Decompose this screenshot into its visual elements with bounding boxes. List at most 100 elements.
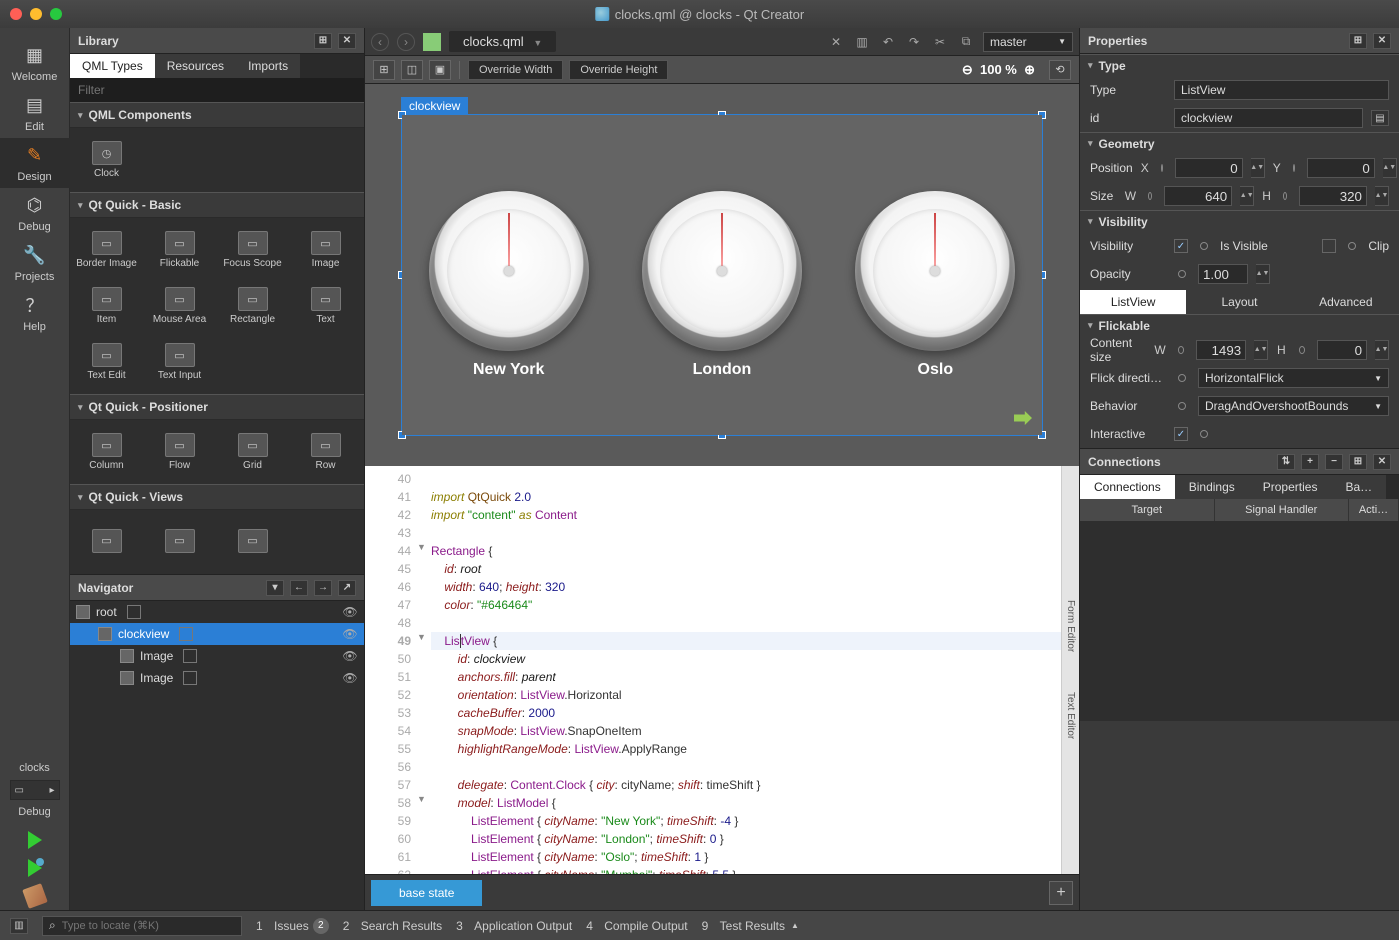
lib-item[interactable]: ▭Image	[289, 222, 362, 278]
y-input[interactable]	[1307, 158, 1375, 178]
side-tab-form[interactable]: Form Editor	[1063, 580, 1078, 672]
section-geometry[interactable]: Geometry	[1080, 132, 1399, 154]
lib-item[interactable]: ▭Rectangle	[216, 278, 289, 334]
close-window-button[interactable]	[10, 8, 22, 20]
id-extra-button[interactable]: ▤	[1371, 110, 1389, 126]
sb-tests[interactable]: 9 Test Results▲	[702, 919, 799, 933]
lib-item[interactable]: ▭Text Input	[143, 334, 216, 390]
clip-check[interactable]	[1322, 239, 1336, 253]
tool-snap[interactable]: ◫	[401, 60, 423, 80]
lib-tab-qml[interactable]: QML Types	[70, 54, 155, 78]
mode-design[interactable]: ✎Design	[0, 138, 70, 188]
lib-item[interactable]: ▭	[70, 514, 143, 570]
id-field[interactable]: clockview	[1174, 108, 1363, 128]
cw-input[interactable]	[1196, 340, 1246, 360]
locator[interactable]: ⌕	[42, 916, 242, 936]
zoom-level[interactable]: ⊖ 100 % ⊕	[954, 62, 1043, 78]
mode-edit[interactable]: ▤Edit	[0, 88, 70, 138]
nav-item[interactable]: clockview👁	[70, 623, 364, 645]
section-visibility[interactable]: Visibility	[1080, 210, 1399, 232]
nav-export-button[interactable]: ↗	[338, 580, 356, 596]
prop-tab-listview[interactable]: ListView	[1080, 290, 1186, 314]
tool-reset[interactable]: ⟲	[1049, 60, 1071, 80]
close-doc-icon[interactable]: ✕	[827, 33, 845, 51]
nav-menu-button[interactable]: ▾	[266, 580, 284, 596]
sb-compile[interactable]: 4 Compile Output	[586, 919, 687, 933]
lib-item[interactable]: ▭Border Image	[70, 222, 143, 278]
code-editor[interactable]: 4041424344454647484950515253545556575859…	[365, 466, 1079, 874]
sb-panes-button[interactable]: ▥	[10, 918, 28, 934]
canvas-area[interactable]: clockview New York London Oslo	[365, 84, 1079, 466]
section-flickable[interactable]: Flickable	[1080, 314, 1399, 336]
conn-close-button[interactable]: ✕	[1373, 454, 1391, 470]
conn-tab-connections[interactable]: Connections	[1080, 475, 1175, 499]
props-add-button[interactable]: ⊞	[1349, 33, 1367, 49]
tool-anchor[interactable]: ⊞	[373, 60, 395, 80]
add-state-button[interactable]: +	[1049, 881, 1073, 905]
lib-item[interactable]: ▭Mouse Area	[143, 278, 216, 334]
cut-icon[interactable]: ✂	[931, 33, 949, 51]
conn-tab-properties[interactable]: Properties	[1249, 475, 1332, 499]
export-toggle[interactable]	[127, 605, 141, 619]
nav-back-arrow[interactable]: ‹	[371, 33, 389, 51]
lib-section-positioner[interactable]: Qt Quick - Positioner	[70, 394, 364, 420]
lib-tab-imports[interactable]: Imports	[236, 54, 300, 78]
flickdir-combo[interactable]: HorizontalFlick▼	[1198, 368, 1389, 388]
minimize-window-button[interactable]	[30, 8, 42, 20]
sb-appout[interactable]: 3 Application Output	[456, 919, 572, 933]
behavior-combo[interactable]: DragAndOvershootBounds▼	[1198, 396, 1389, 416]
redo-icon[interactable]: ↷	[905, 33, 923, 51]
tool-bounds[interactable]: ▣	[429, 60, 451, 80]
nav-item[interactable]: Image👁	[70, 667, 364, 689]
conn-tab-backends[interactable]: Ba…	[1331, 475, 1386, 499]
mode-welcome[interactable]: ▦Welcome	[0, 38, 70, 88]
kit-selector[interactable]: ▭▸	[10, 780, 60, 800]
lib-item[interactable]: ▭	[216, 514, 289, 570]
panel-close-button[interactable]: ✕	[338, 33, 356, 49]
copy-icon[interactable]: ⧉	[957, 33, 975, 51]
conn-add-button[interactable]: +	[1301, 454, 1319, 470]
run-debug-button[interactable]	[21, 854, 49, 882]
nav-fwd-button[interactable]: →	[314, 580, 332, 596]
run-button[interactable]	[21, 826, 49, 854]
side-tab-text[interactable]: Text Editor	[1063, 672, 1078, 759]
visibility-toggle[interactable]: 👁	[342, 671, 358, 685]
code-content[interactable]: import QtQuick 2.0import "content" as Co…	[431, 466, 1061, 874]
layout-icon[interactable]: ▥	[853, 33, 871, 51]
document-tab[interactable]: clocks.qml ▼	[449, 31, 556, 52]
conn-tab-bindings[interactable]: Bindings	[1175, 475, 1249, 499]
next-arrow-icon[interactable]	[1014, 411, 1032, 425]
panel-add-button[interactable]: ⊞	[314, 33, 332, 49]
visibility-toggle[interactable]: 👁	[342, 605, 358, 619]
conn-del-button[interactable]: −	[1325, 454, 1343, 470]
locator-input[interactable]	[62, 920, 235, 932]
nav-fwd-arrow[interactable]: ›	[397, 33, 415, 51]
nav-back-button[interactable]: ←	[290, 580, 308, 596]
lib-item[interactable]: ▭Column	[70, 424, 143, 480]
undo-icon[interactable]: ↶	[879, 33, 897, 51]
nav-item[interactable]: Image👁	[70, 645, 364, 667]
mode-projects[interactable]: 🔧Projects	[0, 238, 70, 288]
lib-item[interactable]: ▭	[143, 514, 216, 570]
lib-item[interactable]: ▭Text Edit	[70, 334, 143, 390]
prop-tab-advanced[interactable]: Advanced	[1293, 290, 1399, 314]
ch-input[interactable]	[1317, 340, 1367, 360]
export-toggle[interactable]	[179, 627, 193, 641]
lib-tab-resources[interactable]: Resources	[155, 54, 236, 78]
sb-search[interactable]: 2 Search Results	[343, 919, 442, 933]
lib-item[interactable]: ▭Text	[289, 278, 362, 334]
base-state[interactable]: base state	[371, 880, 482, 906]
lib-section-basic[interactable]: Qt Quick - Basic	[70, 192, 364, 218]
lib-section-views[interactable]: Qt Quick - Views	[70, 484, 364, 510]
visible-check[interactable]: ✓	[1174, 239, 1188, 253]
lib-item[interactable]: ▭Flickable	[143, 222, 216, 278]
mode-help[interactable]: ？Help	[0, 288, 70, 338]
w-input[interactable]	[1164, 186, 1232, 206]
props-close-button[interactable]: ✕	[1373, 33, 1391, 49]
prop-tab-layout[interactable]: Layout	[1186, 290, 1292, 314]
section-type[interactable]: Type	[1080, 54, 1399, 76]
x-input[interactable]	[1175, 158, 1243, 178]
zoom-window-button[interactable]	[50, 8, 62, 20]
export-toggle[interactable]	[183, 671, 197, 685]
lib-item[interactable]: ▭Focus Scope	[216, 222, 289, 278]
